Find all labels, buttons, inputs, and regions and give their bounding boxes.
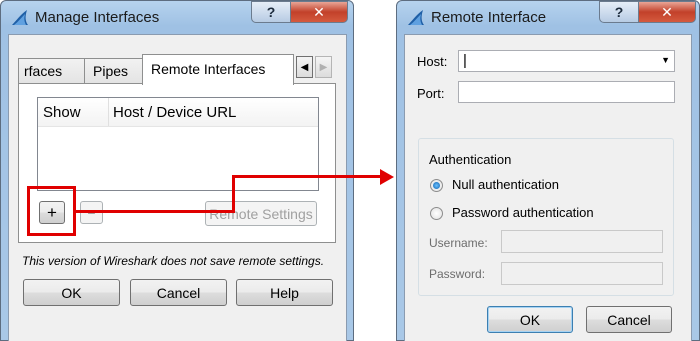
connector-line — [76, 210, 235, 213]
password-auth-label[interactable]: Password authentication — [452, 205, 594, 220]
title-close-button[interactable]: ✕ — [638, 1, 696, 23]
text-caret: | — [463, 52, 467, 69]
null-auth-radio[interactable] — [430, 179, 443, 192]
cancel-button[interactable]: Cancel — [130, 279, 227, 306]
window-title: Manage Interfaces — [35, 9, 160, 26]
window-title: Remote Interface — [431, 9, 547, 26]
username-label: Username: — [429, 236, 488, 250]
tab-pipes[interactable]: Pipes — [84, 58, 144, 84]
tab-remote-interfaces[interactable]: Remote Interfaces — [142, 54, 294, 85]
remote-settings-note: This version of Wireshark does not save … — [22, 254, 325, 268]
highlight-box — [27, 186, 76, 236]
column-divider — [108, 98, 109, 126]
connector-line — [232, 175, 235, 213]
tab-local-interfaces[interactable]: rfaces — [18, 58, 86, 84]
wireshark-fin-icon — [12, 10, 28, 25]
remote-settings-button[interactable]: Remote Settings — [205, 201, 317, 226]
ok-button[interactable]: OK — [487, 306, 573, 333]
help-button[interactable]: Help — [236, 279, 333, 306]
host-label: Host: — [417, 54, 448, 69]
column-show[interactable]: Show — [43, 104, 81, 121]
tab-scroll-left-button[interactable]: ◀ — [296, 56, 313, 78]
close-icon: ✕ — [313, 3, 325, 20]
help-icon: ? — [266, 4, 276, 20]
password-input[interactable] — [501, 262, 663, 285]
title-help-button[interactable]: ? — [599, 1, 639, 23]
tab-scroll-right-button[interactable]: ▶ — [315, 56, 332, 78]
cancel-button[interactable]: Cancel — [586, 306, 672, 333]
arrow-left-icon: ◀ — [300, 61, 309, 73]
close-icon: ✕ — [661, 3, 673, 20]
host-combobox[interactable]: | ▼ — [458, 50, 675, 72]
wireshark-fin-icon — [408, 10, 424, 25]
arrow-right-icon: ▶ — [319, 61, 328, 73]
port-input[interactable] — [458, 81, 675, 103]
null-auth-label[interactable]: Null authentication — [452, 177, 559, 192]
table-header: Show Host / Device URL — [38, 98, 318, 127]
help-icon: ? — [614, 4, 624, 20]
arrowhead-icon — [380, 169, 394, 185]
connector-line — [232, 175, 382, 178]
ok-button[interactable]: OK — [23, 279, 120, 306]
password-label: Password: — [429, 267, 486, 281]
title-close-button[interactable]: ✕ — [290, 1, 348, 23]
port-label: Port: — [417, 86, 445, 101]
title-help-button[interactable]: ? — [251, 1, 291, 23]
password-auth-radio[interactable] — [430, 207, 443, 220]
chevron-down-icon[interactable]: ▼ — [661, 55, 670, 65]
username-input[interactable] — [501, 230, 663, 253]
authentication-group-label: Authentication — [429, 152, 512, 167]
column-host-url[interactable]: Host / Device URL — [113, 104, 236, 121]
